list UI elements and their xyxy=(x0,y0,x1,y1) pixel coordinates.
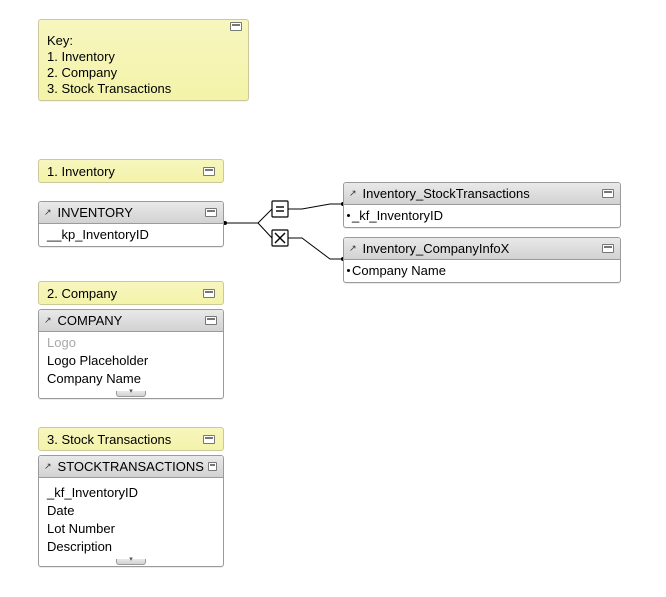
window-control-icon[interactable] xyxy=(205,316,217,325)
window-control-icon[interactable] xyxy=(230,22,242,31)
window-control-icon[interactable] xyxy=(602,189,614,198)
field[interactable]: _kf_InventoryID xyxy=(344,207,620,225)
table-title: INVENTORY xyxy=(58,205,201,220)
section-label-company[interactable]: 2. Company xyxy=(38,281,224,305)
table-title: STOCKTRANSACTIONS xyxy=(58,459,204,474)
table-inv-stocktransactions[interactable]: ↗ Inventory_StockTransactions _kf_Invent… xyxy=(343,182,621,228)
window-control-icon[interactable] xyxy=(602,244,614,253)
key-heading: Key: xyxy=(47,33,240,49)
window-control-icon[interactable] xyxy=(205,208,217,217)
field[interactable]: Logo Placeholder xyxy=(39,352,223,370)
table-title: Inventory_CompanyInfoX xyxy=(363,241,598,256)
resize-handle[interactable] xyxy=(39,390,223,398)
section-label-text: 3. Stock Transactions xyxy=(47,432,171,447)
table-inv-companyinfox[interactable]: ↗ Inventory_CompanyInfoX Company Name xyxy=(343,237,621,283)
expand-icon[interactable]: ↗ xyxy=(349,188,359,199)
window-control-icon[interactable] xyxy=(203,167,215,176)
table-title: Inventory_StockTransactions xyxy=(363,186,598,201)
section-label-stocktransactions[interactable]: 3. Stock Transactions xyxy=(38,427,224,451)
table-title: COMPANY xyxy=(58,313,201,328)
field[interactable]: __kp_InventoryID xyxy=(39,226,223,244)
table-company[interactable]: ↗ COMPANY Logo Logo Placeholder Company … xyxy=(38,309,224,399)
field[interactable]: _kf_InventoryID xyxy=(39,484,223,502)
resize-handle[interactable] xyxy=(39,558,223,566)
expand-icon[interactable]: ↗ xyxy=(44,461,54,472)
field[interactable]: Description xyxy=(39,538,223,556)
table-inventory[interactable]: ↗ INVENTORY __kp_InventoryID xyxy=(38,201,224,247)
window-control-icon[interactable] xyxy=(203,435,215,444)
field[interactable]: Date xyxy=(39,502,223,520)
key-item: 3. Stock Transactions xyxy=(47,81,240,97)
relationship-graph-canvas: Key: 1. Inventory 2. Company 3. Stock Tr… xyxy=(0,0,666,597)
window-control-icon[interactable] xyxy=(203,289,215,298)
expand-icon[interactable]: ↗ xyxy=(349,243,359,254)
section-label-text: 2. Company xyxy=(47,286,117,301)
window-control-icon[interactable] xyxy=(208,462,217,471)
key-item: 2. Company xyxy=(47,65,240,81)
key-note[interactable]: Key: 1. Inventory 2. Company 3. Stock Tr… xyxy=(38,19,249,101)
field[interactable]: Logo xyxy=(39,334,223,352)
field[interactable]: Lot Number xyxy=(39,520,223,538)
table-stocktransactions[interactable]: ↗ STOCKTRANSACTIONS _kf_InventoryID Date… xyxy=(38,455,224,567)
expand-icon[interactable]: ↗ xyxy=(44,207,54,218)
expand-icon[interactable]: ↗ xyxy=(44,315,54,326)
section-label-inventory[interactable]: 1. Inventory xyxy=(38,159,224,183)
field[interactable]: Company Name xyxy=(39,370,223,388)
field[interactable]: Company Name xyxy=(344,262,620,280)
key-item: 1. Inventory xyxy=(47,49,240,65)
section-label-text: 1. Inventory xyxy=(47,164,115,179)
